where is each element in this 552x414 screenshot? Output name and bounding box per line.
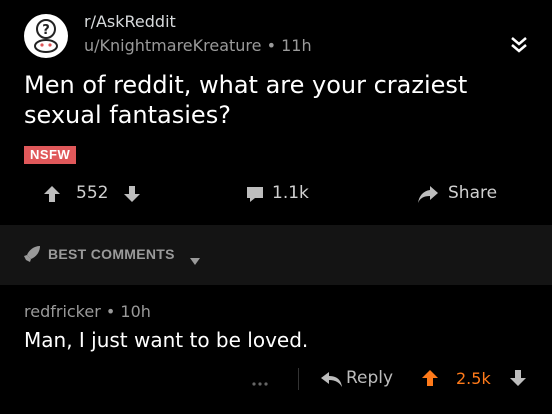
reply-button[interactable]: Reply bbox=[346, 368, 393, 388]
ellipsis-icon[interactable] bbox=[250, 374, 270, 386]
caret-down-icon[interactable] bbox=[190, 251, 200, 265]
speech-bubble-icon[interactable] bbox=[245, 184, 265, 204]
action-divider bbox=[298, 368, 299, 390]
comment-body: Man, I just want to be loved. bbox=[24, 328, 309, 352]
arrow-up-icon[interactable] bbox=[420, 368, 440, 388]
comment-age: 10h bbox=[120, 302, 151, 321]
arrow-up-icon[interactable] bbox=[42, 184, 62, 204]
share-arrow-icon[interactable] bbox=[416, 183, 440, 205]
rocket-icon bbox=[22, 244, 42, 264]
arrow-down-icon[interactable] bbox=[122, 184, 142, 204]
askreddit-avatar-icon[interactable]: ? bbox=[24, 14, 68, 58]
comment-author[interactable]: redfricker bbox=[24, 302, 101, 321]
nsfw-badge: NSFW bbox=[24, 146, 77, 164]
post-header: ? r/AskReddit u/KnightmareKreature • 11h bbox=[0, 0, 552, 68]
svg-text:?: ? bbox=[42, 23, 50, 38]
post-score: 552 bbox=[76, 183, 109, 203]
post-meta: u/KnightmareKreature • 11h bbox=[84, 36, 312, 55]
comment-count[interactable]: 1.1k bbox=[272, 183, 309, 203]
reddit-post-view: ? r/AskReddit u/KnightmareKreature • 11h… bbox=[0, 0, 552, 414]
comment-score: 2.5k bbox=[456, 369, 491, 388]
post-title[interactable]: Men of reddit, what are your craziest se… bbox=[24, 70, 524, 130]
comment-sort-bar[interactable]: BEST COMMENTS bbox=[0, 225, 552, 285]
top-comment: redfricker • 10h Man, I just want to be … bbox=[0, 290, 552, 414]
double-chevron-down-icon[interactable] bbox=[508, 34, 530, 56]
meta-separator: • bbox=[266, 36, 277, 55]
post-action-bar: 552 1.1k Share bbox=[0, 174, 552, 214]
comment-meta: redfricker • 10h bbox=[24, 302, 151, 321]
arrow-down-icon[interactable] bbox=[508, 368, 528, 388]
post-author[interactable]: u/KnightmareKreature bbox=[84, 36, 262, 55]
subreddit-name[interactable]: r/AskReddit bbox=[84, 12, 176, 31]
meta-separator: • bbox=[105, 302, 116, 321]
post-age: 11h bbox=[281, 36, 312, 55]
share-button[interactable]: Share bbox=[448, 183, 497, 203]
reply-arrow-icon[interactable] bbox=[320, 370, 344, 388]
sort-label[interactable]: BEST COMMENTS bbox=[48, 246, 175, 262]
